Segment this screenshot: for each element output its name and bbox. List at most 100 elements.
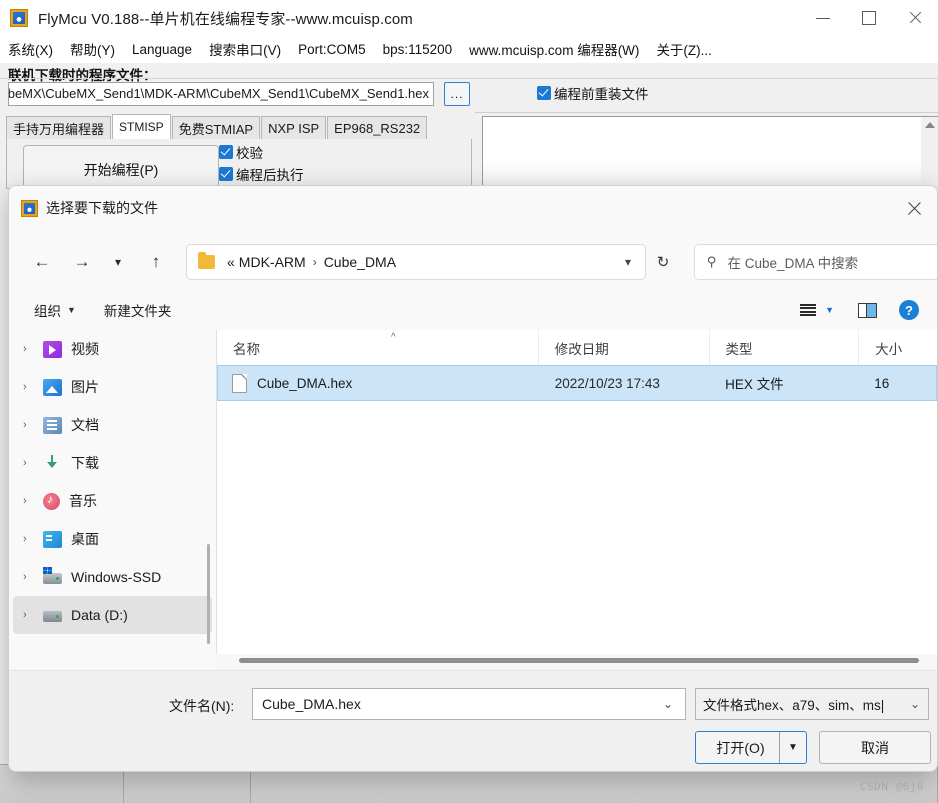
menu-item-search-port[interactable]: 搜索串口(V)	[209, 39, 281, 59]
breadcrumb-item-cube-dma[interactable]: Cube_DMA	[322, 254, 398, 270]
video-folder-icon	[43, 340, 62, 358]
close-button[interactable]	[892, 0, 938, 36]
address-bar[interactable]: « MDK-ARM › Cube_DMA ▾	[186, 244, 646, 280]
nav-item-desktop[interactable]: › 桌面	[13, 520, 212, 558]
menu-item-port[interactable]: Port:COM5	[298, 42, 366, 57]
chevron-right-icon[interactable]: ›	[23, 495, 43, 507]
filename-input[interactable]: Cube_DMA.hex ⌄	[252, 688, 686, 720]
search-input[interactable]: ⚲ 在 Cube_DMA 中搜索	[694, 244, 937, 280]
scroll-up-icon	[925, 122, 935, 128]
option-run-after-program-label: 编程后执行	[236, 168, 304, 183]
up-one-level-button[interactable]: ↑	[141, 247, 171, 277]
file-list-header: 名称 ^ 修改日期 类型 大小	[217, 330, 937, 366]
nav-item-windows-ssd[interactable]: › Windows-SSD	[13, 558, 212, 596]
log-scrollbar[interactable]	[921, 117, 938, 188]
file-section-label: 联机下载时的程序文件：	[8, 68, 157, 83]
menu-item-help[interactable]: 帮助(Y)	[70, 39, 115, 59]
option-run-after-program-checkbox[interactable]: 编程后执行	[219, 164, 419, 184]
file-size-cell: 16	[874, 375, 890, 391]
browse-file-button[interactable]: ...	[444, 82, 470, 106]
back-button[interactable]: ←	[27, 247, 57, 277]
start-programming-button[interactable]: 开始编程(P)	[23, 145, 219, 188]
dialog-close-button[interactable]	[891, 186, 937, 230]
chevron-right-icon[interactable]: ›	[23, 381, 43, 393]
nav-item-videos[interactable]: › 视频	[13, 330, 212, 368]
filetype-value: 文件格式hex、a79、sim、ms|	[703, 698, 885, 713]
dialog-command-bar: 组织 ▼ 新建文件夹 ▼ ?	[9, 290, 937, 331]
chevron-right-icon[interactable]: ›	[23, 343, 43, 355]
search-placeholder: 在 Cube_DMA 中搜索	[727, 256, 859, 271]
app-titlebar: FlyMcu V0.188--单片机在线编程专家--www.mcuisp.com	[0, 0, 938, 36]
option-verify-checkbox[interactable]: 校验	[219, 142, 419, 162]
chevron-right-icon[interactable]: ›	[23, 609, 43, 621]
menu-item-system[interactable]: 系统(X)	[8, 39, 53, 59]
nav-item-downloads[interactable]: › 下载	[13, 444, 212, 482]
chevron-down-icon[interactable]: ⌄	[663, 697, 673, 711]
watermark: CSDN @6j6	[859, 780, 924, 793]
dialog-body: › 视频 › 图片 › 文档 › 下载 › 音乐	[9, 330, 937, 771]
file-name-text: Cube_DMA.hex	[257, 375, 353, 391]
chevron-right-icon[interactable]: ›	[23, 533, 43, 545]
chevron-down-icon: ▾	[114, 255, 122, 269]
tab-stmisp[interactable]: STMISP	[112, 114, 171, 139]
cancel-button[interactable]: 取消	[819, 731, 931, 764]
breadcrumb-separator: ›	[312, 255, 317, 269]
desktop-folder-icon	[43, 530, 62, 548]
close-icon	[907, 201, 922, 216]
forward-button[interactable]: →	[67, 247, 97, 277]
column-header-name[interactable]: 名称 ^	[217, 330, 539, 365]
menu-item-bps[interactable]: bps:115200	[383, 42, 453, 57]
column-header-modified[interactable]: 修改日期	[539, 330, 710, 365]
nav-pane-fade	[9, 635, 216, 653]
nav-item-pictures[interactable]: › 图片	[13, 368, 212, 406]
file-list-horizontal-scrollbar[interactable]	[217, 654, 937, 670]
open-button[interactable]: 打开(O) ▼	[695, 731, 807, 764]
menu-item-language[interactable]: Language	[132, 42, 192, 57]
sort-ascending-icon: ^	[391, 332, 396, 343]
breadcrumb-item-mdk-arm[interactable]: MDK-ARM	[237, 254, 308, 270]
maximize-button[interactable]	[846, 0, 892, 36]
nav-item-label: 视频	[71, 341, 99, 357]
windows-drive-icon	[43, 567, 62, 584]
music-folder-icon	[43, 492, 60, 510]
tab-handheld-programmer[interactable]: 手持万用编程器	[6, 116, 112, 139]
nav-item-documents[interactable]: › 文档	[13, 406, 212, 444]
organize-button[interactable]: 组织 ▼	[34, 300, 76, 320]
chevron-down-icon[interactable]: ▾	[625, 255, 645, 269]
preview-pane-icon[interactable]	[858, 302, 877, 318]
program-file-path-input[interactable]: ubeMX\CubeMX_Send1\MDK-ARM\CubeMX_Send1\…	[8, 82, 434, 106]
dialog-navbar: ← → ▾ ↑ « MDK-ARM › Cube_DMA ▾ ↻ ⚲ 在 Cub…	[9, 234, 937, 290]
list-view-icon[interactable]	[800, 304, 817, 316]
app-tab-panel: 开始编程(P) 校验 编程后执行 使用RamIsp	[6, 139, 472, 189]
nav-item-music[interactable]: › 音乐	[13, 482, 212, 520]
divider	[0, 78, 938, 79]
scrollbar-thumb[interactable]	[239, 658, 919, 663]
chevron-right-icon[interactable]: ›	[23, 419, 43, 431]
menu-item-programmer[interactable]: www.mcuisp.com 编程器(W)	[469, 39, 639, 59]
column-header-size[interactable]: 大小	[859, 330, 937, 365]
window-controls	[800, 0, 938, 36]
chevron-down-icon[interactable]: ▼	[825, 305, 834, 315]
tab-free-stmiap[interactable]: 免费STMIAP	[171, 116, 261, 139]
chevron-down-icon[interactable]: ⌄	[910, 697, 920, 711]
tab-nxp-isp[interactable]: NXP ISP	[261, 116, 327, 139]
refresh-button[interactable]: ↻	[646, 244, 680, 280]
file-name-cell: Cube_DMA.hex	[218, 373, 539, 393]
nav-item-data-d[interactable]: › Data (D:)	[13, 596, 212, 634]
chevron-right-icon[interactable]: ›	[23, 457, 43, 469]
nav-pane-scrollbar[interactable]	[207, 544, 210, 644]
new-folder-button[interactable]: 新建文件夹	[104, 300, 172, 320]
open-dropdown-arrow[interactable]: ▼	[779, 732, 806, 763]
tab-ep968-rs232[interactable]: EP968_RS232	[327, 116, 428, 139]
minimize-button[interactable]	[800, 0, 846, 36]
recent-locations-button[interactable]: ▾	[103, 247, 133, 277]
chevron-right-icon[interactable]: ›	[23, 571, 43, 583]
column-header-type[interactable]: 类型	[710, 330, 860, 365]
help-icon[interactable]: ?	[899, 300, 919, 320]
flymcu-bird-icon	[21, 199, 38, 217]
filetype-select[interactable]: 文件格式hex、a79、sim、ms| ⌄	[695, 688, 929, 720]
nav-item-label: Windows-SSD	[71, 569, 162, 585]
reload-before-program-checkbox[interactable]: 编程前重装文件	[537, 83, 649, 103]
table-row[interactable]: Cube_DMA.hex 2022/10/23 17:43 HEX 文件 16	[217, 365, 937, 401]
menu-item-about[interactable]: 关于(Z)...	[656, 39, 712, 59]
